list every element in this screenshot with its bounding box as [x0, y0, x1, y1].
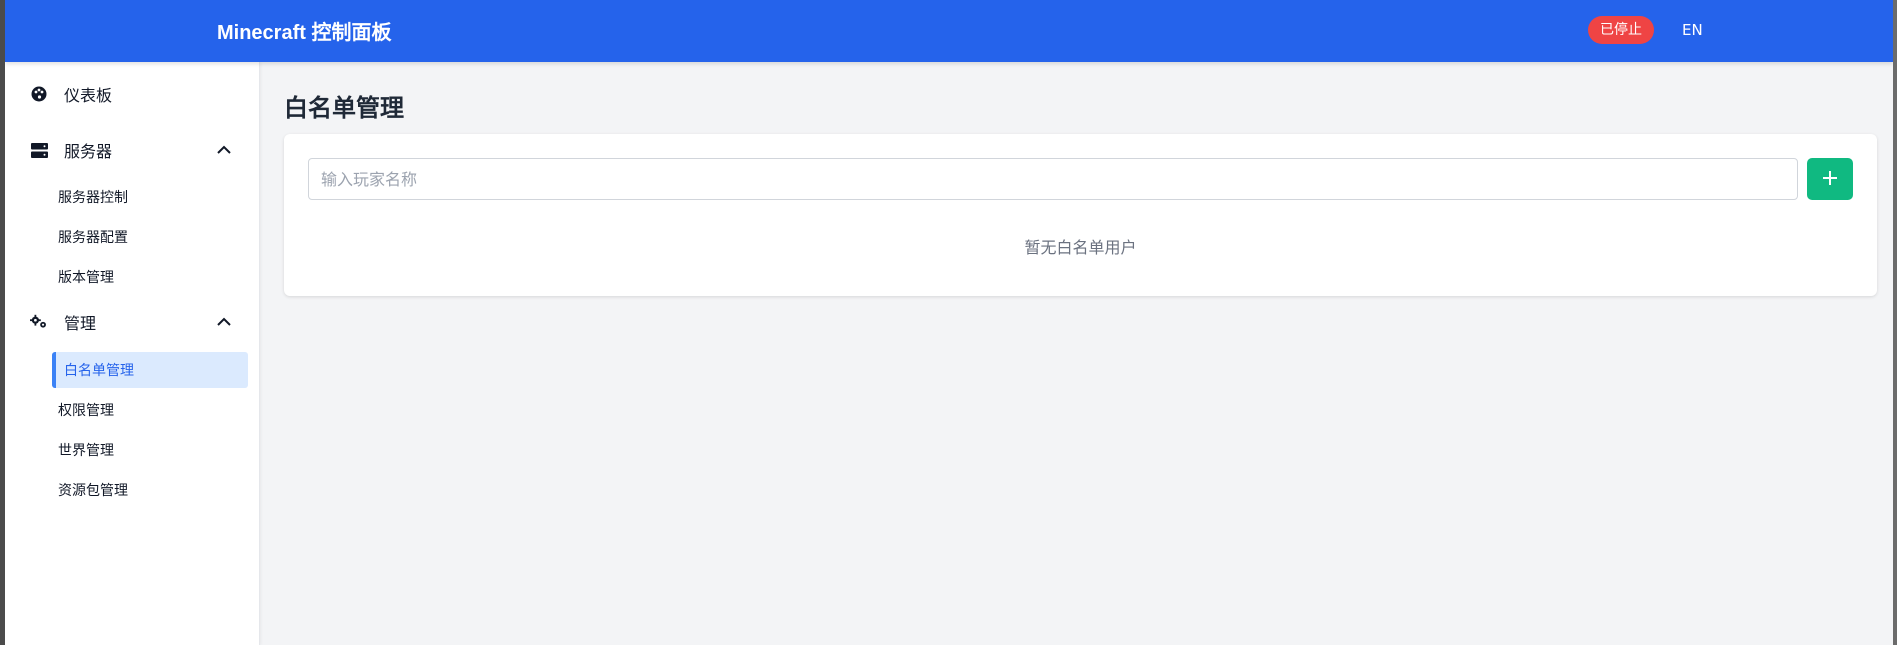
plus-icon [1822, 170, 1838, 189]
player-name-input[interactable] [308, 158, 1798, 200]
chevron-up-icon[interactable] [215, 141, 233, 159]
page-title: 白名单管理 [284, 94, 404, 122]
add-player-button[interactable] [1807, 158, 1853, 200]
sidebar: 仪表板 服务器 服务器控制 服务器配置 版本管理 管理 白名单管理 权限管理 世… [5, 62, 260, 645]
gears-icon [30, 313, 48, 331]
app-window: Minecraft 控制面板 已停止 EN 仪表板 服务器 服务器控制 服务器配… [0, 0, 1897, 645]
nav-management-group[interactable]: 管理 [5, 302, 259, 342]
server-status-badge: 已停止 [1588, 16, 1654, 44]
whitelist-card: 暂无白名单用户 [284, 134, 1877, 296]
language-toggle[interactable]: EN [1678, 18, 1707, 42]
nav-version-management[interactable]: 版本管理 [52, 259, 248, 295]
nav-server-group[interactable]: 服务器 [5, 130, 259, 170]
empty-state-text: 暂无白名单用户 [1024, 238, 1137, 257]
nav-server-control[interactable]: 服务器控制 [52, 179, 248, 215]
nav-resource-pack-management[interactable]: 资源包管理 [52, 472, 248, 508]
nav-permission-management[interactable]: 权限管理 [52, 392, 248, 428]
nav-management-label: 管理 [64, 314, 97, 333]
main-content: 白名单管理 暂无白名单用户 [260, 62, 1893, 645]
app-title: Minecraft 控制面板 [217, 22, 392, 44]
server-icon [30, 141, 48, 159]
nav-world-management[interactable]: 世界管理 [52, 432, 248, 468]
nav-server-config[interactable]: 服务器配置 [52, 219, 248, 255]
nav-dashboard[interactable]: 仪表板 [5, 74, 259, 114]
nav-whitelist-management[interactable]: 白名单管理 [52, 352, 248, 388]
top-bar: Minecraft 控制面板 已停止 EN [5, 0, 1893, 62]
palette-icon [30, 85, 48, 103]
nav-dashboard-label: 仪表板 [64, 86, 113, 105]
chevron-up-icon[interactable] [215, 313, 233, 331]
nav-server-label: 服务器 [64, 142, 113, 161]
